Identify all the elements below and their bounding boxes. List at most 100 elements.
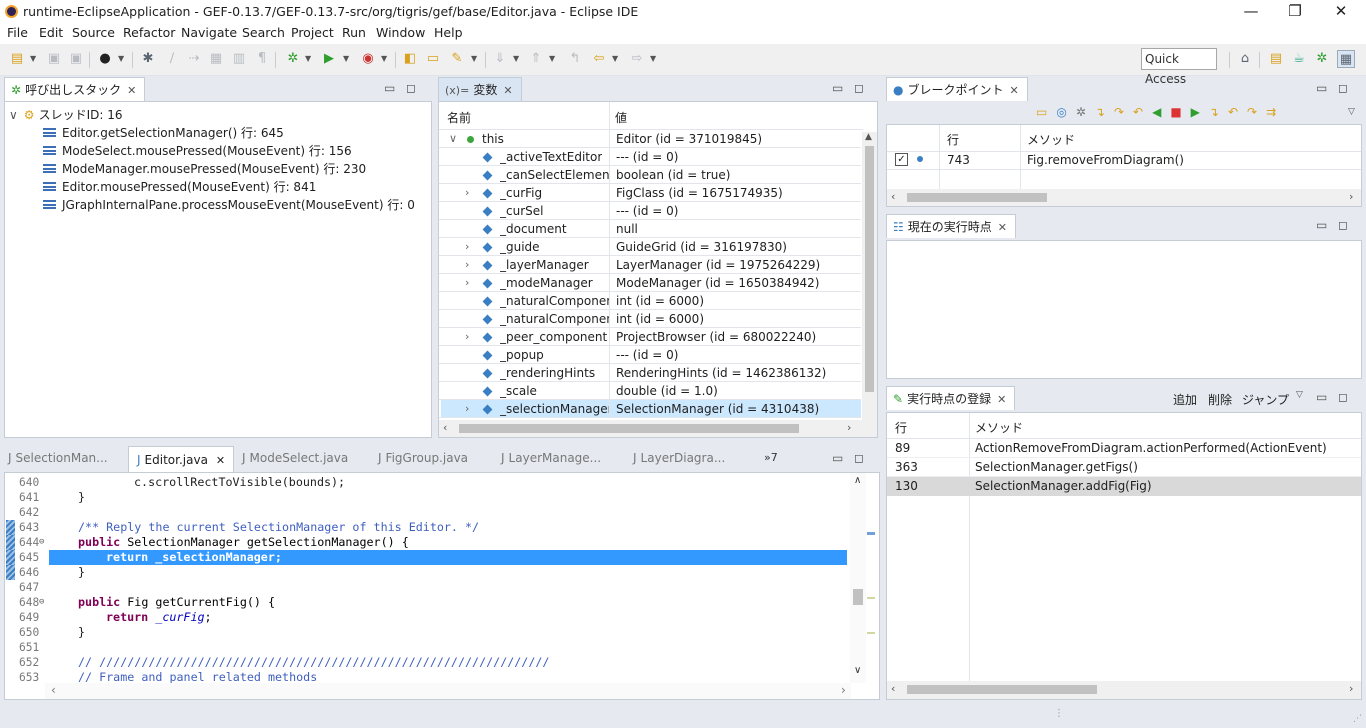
step-filter-icon[interactable]: ▦: [207, 50, 225, 68]
menu-help[interactable]: Help: [434, 25, 463, 40]
chevron-down-icon[interactable]: ▼: [513, 53, 521, 65]
variable-row[interactable]: › _peer_component ProjectBrowser (id = 680…: [441, 328, 861, 346]
code-line[interactable]: }: [54, 490, 85, 505]
tab-modeselect[interactable]: J ModeSelect.java: [242, 445, 348, 471]
variable-row[interactable]: _activeTextEditor --- (id = 0): [441, 148, 861, 166]
chevron-down-icon[interactable]: ▼: [612, 53, 620, 65]
back-arrow-icon[interactable]: ⇦: [590, 50, 608, 68]
column-header-method[interactable]: メソッド: [975, 419, 1023, 436]
open-icon[interactable]: ▭: [1036, 105, 1056, 119]
variable-row[interactable]: _curSel --- (id = 0): [441, 202, 861, 220]
breakpoint-toolbar[interactable]: ▭◎✲↴↷↶◀■▶↴↶↷⇉: [1036, 105, 1356, 123]
table-row[interactable]: 363 SelectionManager.getFigs(): [887, 458, 1361, 477]
menu-project[interactable]: Project: [291, 25, 334, 40]
back-icon[interactable]: ◀: [1152, 105, 1170, 119]
chevron-right-icon[interactable]: ›: [465, 238, 469, 256]
maximize-view-icon[interactable]: ◻: [1338, 218, 1348, 232]
chevron-right-icon[interactable]: ›: [465, 328, 469, 346]
tab-exec-log[interactable]: ✎ 実行時点の登録 ✕: [886, 386, 1016, 410]
menu-run[interactable]: Run: [342, 25, 366, 40]
variable-row[interactable]: _naturalComponentW int (id = 6000): [441, 310, 861, 328]
chevron-right-icon[interactable]: ›: [465, 274, 469, 292]
view-menu-icon[interactable]: ▽: [1296, 390, 1303, 400]
terminate-icon[interactable]: ▥: [230, 50, 248, 68]
scroll-right-icon[interactable]: ›: [847, 421, 851, 434]
prev-annotation-icon[interactable]: ⇑: [527, 50, 545, 68]
scroll-up-icon[interactable]: ∧: [854, 475, 861, 486]
menu-edit[interactable]: Edit: [39, 25, 63, 40]
layout-perspective-icon[interactable]: ▦: [1337, 50, 1355, 68]
chevron-down-icon[interactable]: ▼: [118, 53, 126, 65]
column-header-value[interactable]: 値: [615, 109, 627, 126]
variable-row[interactable]: › _modeManager ModeManager (id = 165038494…: [441, 274, 861, 292]
close-icon[interactable]: ✕: [1010, 84, 1019, 97]
scrollbar-thumb[interactable]: [853, 589, 863, 605]
step-into-icon[interactable]: ↴: [1095, 105, 1114, 119]
step-return-icon[interactable]: ↶: [1133, 105, 1152, 119]
new-icon[interactable]: ▤: [8, 50, 26, 68]
variable-row[interactable]: _document null: [441, 220, 861, 238]
scroll-right-icon[interactable]: ›: [841, 683, 846, 697]
tab-variables[interactable]: (x)= 変数 ✕: [438, 77, 522, 101]
stop-icon[interactable]: ■: [1170, 105, 1190, 119]
column-header-method[interactable]: メソッド: [1027, 131, 1075, 148]
resume-icon[interactable]: ▶: [1191, 105, 1209, 119]
scroll-left-icon[interactable]: ‹: [891, 682, 895, 695]
chevron-down-icon[interactable]: ∨: [9, 108, 18, 122]
variable-row[interactable]: › _curFig FigClass (id = 1675174935): [441, 184, 861, 202]
breakpoint-line[interactable]: 743: [947, 153, 970, 167]
variable-row[interactable]: _naturalComponentH int (id = 6000): [441, 292, 861, 310]
stack-frame[interactable]: ModeManager.mousePressed(MouseEvent) 行: …: [43, 160, 366, 178]
close-icon[interactable]: ✕: [503, 84, 512, 97]
tab-layerdiagram[interactable]: J LayerDiagra...: [633, 445, 725, 471]
horizontal-scrollbar[interactable]: ‹ ›: [887, 681, 1361, 699]
menu-file[interactable]: File: [7, 25, 28, 40]
open-type-icon[interactable]: ◧: [401, 50, 419, 68]
menu-window[interactable]: Window: [376, 25, 425, 40]
scrollbar-thumb[interactable]: [459, 424, 799, 433]
column-header-line[interactable]: 行: [947, 131, 959, 148]
fold-toggle-icon[interactable]: ⊖: [39, 595, 44, 610]
tab-current-exec[interactable]: ☷ 現在の実行時点 ✕: [886, 214, 1016, 238]
chevron-right-icon[interactable]: ›: [465, 184, 469, 202]
next-annotation-icon[interactable]: ⇓: [491, 50, 509, 68]
java-perspective-icon[interactable]: ☕: [1290, 50, 1308, 68]
variable-row[interactable]: _canSelectElements boolean (id = true): [441, 166, 861, 184]
maximize-button[interactable]: ❐: [1272, 0, 1318, 24]
maximize-view-icon[interactable]: ◻: [406, 81, 416, 95]
code-line[interactable]: public Fig getCurrentFig() {: [54, 595, 275, 610]
table-row-selected[interactable]: 130 SelectionManager.addFig(Fig): [887, 477, 1361, 496]
variable-row[interactable]: _popup --- (id = 0): [441, 346, 861, 364]
minimize-view-icon[interactable]: ▭: [1316, 390, 1327, 404]
variable-row[interactable]: _renderingHints RenderingHints (id = 1462…: [441, 364, 861, 382]
chevron-down-icon[interactable]: ▼: [549, 53, 557, 65]
stack-frame[interactable]: Editor.mousePressed(MouseEvent) 行: 841: [43, 178, 316, 196]
scroll-left-icon[interactable]: ‹: [51, 683, 56, 697]
menu-navigate[interactable]: Navigate: [181, 25, 237, 40]
vertical-scrollbar[interactable]: ▲: [862, 132, 877, 420]
menu-source[interactable]: Source: [72, 25, 115, 40]
pilcrow-icon[interactable]: ¶: [253, 50, 271, 68]
wand-icon[interactable]: ∕: [163, 50, 181, 68]
code-line[interactable]: }: [54, 565, 85, 580]
step-icon[interactable]: ↴: [1209, 105, 1228, 119]
scroll-up-icon[interactable]: ▲: [865, 132, 872, 142]
menu-refactor[interactable]: Refactor: [123, 25, 175, 40]
skip-breakpoints-icon[interactable]: ✱: [139, 50, 157, 68]
column-header-line[interactable]: 行: [895, 419, 907, 436]
resize-grip-icon[interactable]: ⋰: [1353, 714, 1362, 724]
run-icon[interactable]: ▶: [320, 50, 338, 68]
code-line[interactable]: }: [54, 625, 85, 640]
code-editor[interactable]: 640 c.scrollRectToVisible(bounds); 641} 642…: [4, 472, 880, 700]
maximize-view-icon[interactable]: ◻: [1338, 390, 1348, 404]
close-icon[interactable]: ✕: [997, 393, 1006, 406]
chevron-down-icon[interactable]: ▼: [343, 53, 351, 65]
column-header-name[interactable]: 名前: [447, 109, 471, 126]
scroll-right-icon[interactable]: ›: [1349, 682, 1353, 695]
minimize-view-icon[interactable]: ▭: [1316, 81, 1327, 95]
debug-icon[interactable]: ✲: [284, 50, 302, 68]
code-line[interactable]: /** Reply the current SelectionManager o…: [54, 520, 479, 535]
close-icon[interactable]: ✕: [127, 84, 136, 97]
view-menu-icon[interactable]: ▽: [1348, 107, 1355, 117]
breakpoint-method[interactable]: Fig.removeFromDiagram(): [1027, 153, 1184, 167]
